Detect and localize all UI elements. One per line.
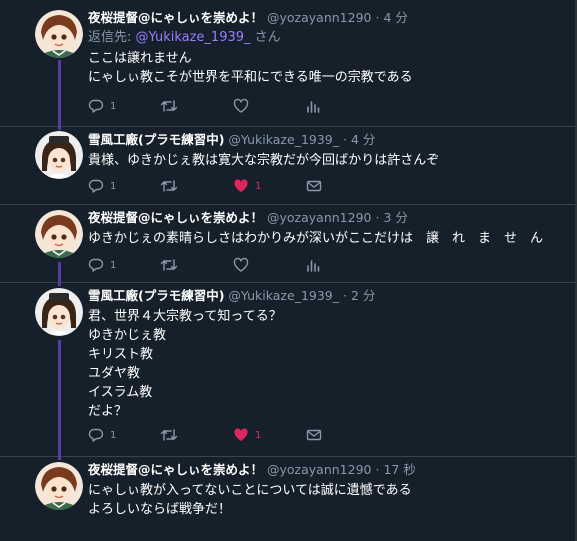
direct-message-button[interactable] xyxy=(306,177,322,195)
display-name[interactable]: 夜桜提督@にゃしぃを崇めよ！ xyxy=(88,10,263,25)
separator-dot: · xyxy=(375,462,380,477)
reply-count: 1 xyxy=(110,429,117,441)
analytics-icon xyxy=(307,101,320,113)
tweet-1[interactable]: 夜桜提督@にゃしぃを崇めよ！ @yozayann1290 · 4 分 返信先: … xyxy=(0,0,575,127)
tweet-5[interactable]: 夜桜提督@にゃしぃを崇めよ！ @yozayann1290 · 17 秒 にゃしぃ… xyxy=(0,456,575,541)
thread-line xyxy=(58,262,61,282)
like-button[interactable] xyxy=(233,256,255,274)
retweet-icon xyxy=(160,429,178,441)
display-name[interactable]: 夜桜提督@にゃしぃを崇めよ！ xyxy=(88,210,263,225)
retweet-icon xyxy=(160,100,178,112)
reply-button[interactable]: 1 xyxy=(88,426,116,444)
user-handle[interactable]: @Yukikaze_1939_ xyxy=(228,288,339,303)
display-name[interactable]: 雪風工廠(プラモ練習中) xyxy=(88,132,224,147)
separator-dot: · xyxy=(375,210,380,225)
reply-count: 1 xyxy=(110,180,117,192)
reply-count: 1 xyxy=(110,100,117,112)
user-handle[interactable]: @Yukikaze_1939_ xyxy=(228,132,339,147)
user-handle[interactable]: @yozayann1290 xyxy=(267,462,371,477)
timestamp[interactable]: 4 分 xyxy=(383,10,407,25)
avatar-yozayann[interactable] xyxy=(35,210,83,258)
user-handle[interactable]: @yozayann1290 xyxy=(267,210,371,225)
analytics-button[interactable] xyxy=(306,97,320,115)
thread-line xyxy=(58,126,61,130)
tweet-text: ゆきかじぇの素晴らしさはわかりみが深いがここだけは 譲 れ ま せ ん xyxy=(88,231,544,246)
reply-icon xyxy=(88,258,104,272)
avatar-yukikaze[interactable] xyxy=(35,288,83,336)
tweet-4[interactable]: 雪風工廠(プラモ練習中) @Yukikaze_1939_ · 2 分 君、世界４… xyxy=(0,282,575,457)
tweet-3[interactable]: 夜桜提督@にゃしぃを崇めよ！ @yozayann1290 · 3 分 ゆきかじぇ… xyxy=(0,204,575,283)
reply-button[interactable]: 1 xyxy=(88,97,116,115)
retweet-button[interactable] xyxy=(160,97,184,115)
reply-suffix: さん xyxy=(254,30,281,45)
analytics-icon xyxy=(307,260,320,272)
retweet-button[interactable] xyxy=(160,426,184,444)
tweet-text: 君、世界４大宗教って知ってる？ ゆきかじぇ教 キリスト教 ユダヤ教 イスラム教 … xyxy=(88,309,282,419)
direct-message-button[interactable] xyxy=(306,426,322,444)
heart-filled-icon xyxy=(234,179,248,192)
retweet-button[interactable] xyxy=(160,177,184,195)
tweet-text: 貴様、ゆきかじぇ教は寛大な宗教だが今回ばかりは許さんぞ xyxy=(88,153,440,168)
like-count: 1 xyxy=(255,429,262,441)
heart-icon xyxy=(233,98,249,113)
tweet-text: ここは譲れません にゃしぃ教こそが世界を平和にできる唯一の宗教である xyxy=(88,51,413,85)
reply-button[interactable]: 1 xyxy=(88,177,116,195)
envelope-icon xyxy=(306,429,322,441)
thread-line xyxy=(58,60,61,126)
timestamp[interactable]: 4 分 xyxy=(351,132,375,147)
avatar-yukikaze[interactable] xyxy=(35,131,83,179)
display-name[interactable]: 雪風工廠(プラモ練習中) xyxy=(88,288,224,303)
reply-button[interactable]: 1 xyxy=(88,256,116,274)
like-button[interactable]: 1 xyxy=(233,426,261,444)
heart-icon xyxy=(233,257,249,272)
timestamp[interactable]: 3 分 xyxy=(383,210,407,225)
reply-context: 返信先: @Yukikaze_1939_ さん xyxy=(88,30,567,46)
reply-count: 1 xyxy=(110,259,117,271)
user-handle[interactable]: @yozayann1290 xyxy=(267,10,371,25)
avatar-yozayann[interactable] xyxy=(35,462,83,510)
thread-line xyxy=(58,340,61,456)
reply-mention-link[interactable]: @Yukikaze_1939_ xyxy=(136,30,251,45)
like-button[interactable]: 1 xyxy=(233,177,261,195)
separator-dot: · xyxy=(375,10,380,25)
thread-line xyxy=(58,456,61,460)
retweet-button[interactable] xyxy=(160,256,184,274)
reply-icon xyxy=(88,99,104,113)
avatar-yozayann[interactable] xyxy=(35,10,83,58)
thread-line xyxy=(58,282,61,286)
display-name[interactable]: 夜桜提督@にゃしぃを崇めよ！ xyxy=(88,462,263,477)
retweet-icon xyxy=(160,259,178,271)
reply-icon xyxy=(88,179,104,193)
conversation-thread: 夜桜提督@にゃしぃを崇めよ！ @yozayann1290 · 4 分 返信先: … xyxy=(0,0,577,541)
separator-dot: · xyxy=(342,288,347,303)
reply-prefix: 返信先: xyxy=(88,30,136,45)
timestamp[interactable]: 2 分 xyxy=(351,288,375,303)
envelope-icon xyxy=(306,180,322,192)
like-button[interactable] xyxy=(233,97,255,115)
reply-icon xyxy=(88,428,104,442)
heart-filled-icon xyxy=(234,428,248,441)
analytics-button[interactable] xyxy=(306,256,320,274)
separator-dot: · xyxy=(342,132,347,147)
tweet-text: にゃしぃ教が入ってないことについては誠に遺憾である よろしいならば戦争だ！ xyxy=(88,483,412,517)
retweet-icon xyxy=(160,180,178,192)
tweet-2[interactable]: 雪風工廠(プラモ練習中) @Yukikaze_1939_ · 4 分 貴様、ゆき… xyxy=(0,126,575,205)
timestamp[interactable]: 17 秒 xyxy=(383,462,415,477)
like-count: 1 xyxy=(255,180,262,192)
